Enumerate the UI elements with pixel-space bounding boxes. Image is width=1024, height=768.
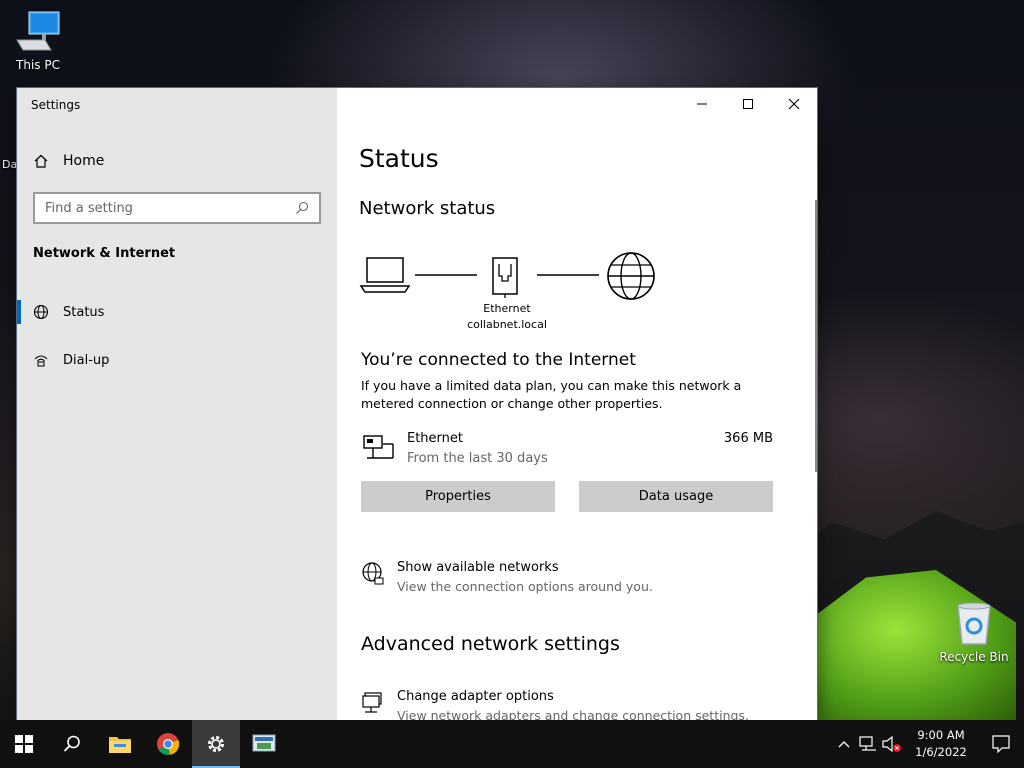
- show-networks-title: Show available networks: [397, 560, 559, 575]
- chevron-up-icon: [838, 741, 850, 748]
- tray-volume-button[interactable]: [880, 720, 904, 768]
- desktop-icon-label: Recycle Bin: [939, 650, 1009, 664]
- connection-status-title: You’re connected to the Internet: [361, 350, 636, 370]
- clock-time: 9:00 AM: [917, 728, 965, 742]
- maximize-button[interactable]: [725, 88, 771, 120]
- system-tray: 9:00 AM 1/6/2022: [832, 720, 1024, 768]
- show-hidden-icons-button[interactable]: [832, 720, 856, 768]
- network-app-icon: [252, 734, 276, 752]
- search-input[interactable]: Find a setting: [33, 192, 321, 224]
- change-adapter-options-link[interactable]: Change adapter options View network adap…: [361, 689, 781, 720]
- minimize-button[interactable]: [679, 88, 725, 120]
- desktop-icon-recycle-bin[interactable]: Recycle Bin: [938, 602, 1010, 664]
- change-adapter-title: Change adapter options: [397, 689, 554, 704]
- diagram-label: Ethernet collabnet.local: [457, 301, 557, 333]
- adapter-period: From the last 30 days: [407, 451, 548, 466]
- search-icon: [296, 201, 309, 214]
- sidebar-item-label: Dial-up: [63, 352, 110, 368]
- network-status-heading: Network status: [359, 198, 496, 219]
- adapter-summary: Ethernet From the last 30 days 366 MB: [361, 430, 773, 470]
- taskbar-settings[interactable]: [192, 720, 240, 768]
- internet-globe-icon: [607, 252, 655, 300]
- ethernet-adapter-icon: [363, 435, 394, 459]
- window-title: Settings: [31, 98, 81, 112]
- sidebar-item-status[interactable]: Status: [17, 294, 337, 330]
- taskbar-file-explorer[interactable]: [96, 720, 144, 768]
- ethernet-port-icon: [492, 257, 518, 298]
- volume-muted-icon: [882, 736, 901, 752]
- desktop-icon-label: This PC: [16, 58, 60, 72]
- start-button[interactable]: [0, 720, 48, 768]
- adapter-name: Ethernet: [407, 431, 463, 446]
- sidebar-item-label: Status: [63, 304, 105, 320]
- laptop-icon: [359, 257, 411, 293]
- tray-network-button[interactable]: [856, 720, 880, 768]
- start-icon: [15, 735, 33, 753]
- taskbar: 9:00 AM 1/6/2022: [0, 720, 1024, 768]
- window-controls: [679, 88, 817, 120]
- settings-icon: [208, 736, 224, 752]
- search-placeholder: Find a setting: [45, 200, 133, 216]
- globe-network-icon: [362, 562, 384, 585]
- advanced-settings-heading: Advanced network settings: [361, 633, 620, 655]
- recycle-bin-icon: [957, 602, 991, 645]
- globe-icon: [33, 304, 49, 320]
- network-adapter-icon: [362, 692, 382, 713]
- home-icon: [34, 154, 48, 168]
- show-networks-subtitle: View the connection options around you.: [397, 579, 653, 594]
- content-pane: Status Network status Ethernet collabnet…: [337, 88, 817, 720]
- clock-date: 1/6/2022: [915, 745, 967, 759]
- dialup-icon: [34, 355, 48, 367]
- diagram-domain: collabnet.local: [467, 318, 547, 331]
- computer-icon: [16, 11, 60, 51]
- page-title: Status: [359, 144, 439, 173]
- file-explorer-icon: [109, 737, 131, 753]
- taskbar-chrome[interactable]: [144, 720, 192, 768]
- close-icon: [788, 98, 800, 110]
- network-wired-icon: [859, 736, 876, 751]
- sidebar-item-dial-up[interactable]: Dial-up: [17, 342, 337, 378]
- nav-home[interactable]: Home: [33, 150, 104, 172]
- notification-icon: [992, 735, 1010, 753]
- diagram-adapter-name: Ethernet: [483, 302, 531, 315]
- desktop-icon-fragment-label: Da: [2, 158, 18, 171]
- scrollbar[interactable]: [815, 200, 817, 472]
- settings-window: Settings Home Find a setting Network & I…: [17, 88, 817, 720]
- action-center-button[interactable]: [978, 720, 1024, 768]
- desktop-icon-this-pc[interactable]: This PC: [2, 10, 74, 72]
- chrome-icon: [157, 733, 180, 755]
- taskbar-search-button[interactable]: [48, 720, 96, 768]
- sidebar: Settings Home Find a setting Network & I…: [17, 88, 337, 720]
- show-available-networks-link[interactable]: Show available networks View the connect…: [361, 560, 781, 600]
- maximize-icon: [743, 99, 753, 109]
- data-usage-button[interactable]: Data usage: [579, 481, 773, 512]
- connection-status-description: If you have a limited data plan, you can…: [361, 378, 742, 411]
- minimize-icon: [697, 103, 707, 105]
- sidebar-section-label: Network & Internet: [33, 246, 176, 261]
- close-button[interactable]: [771, 88, 817, 120]
- change-adapter-subtitle: View network adapters and change connect…: [397, 708, 749, 720]
- search-icon: [63, 735, 80, 752]
- adapter-data-usage: 366 MB: [723, 431, 773, 446]
- properties-button[interactable]: Properties: [361, 481, 555, 512]
- taskbar-clock[interactable]: 9:00 AM 1/6/2022: [904, 727, 978, 761]
- taskbar-network-app[interactable]: [240, 720, 288, 768]
- nav-home-label: Home: [63, 153, 105, 169]
